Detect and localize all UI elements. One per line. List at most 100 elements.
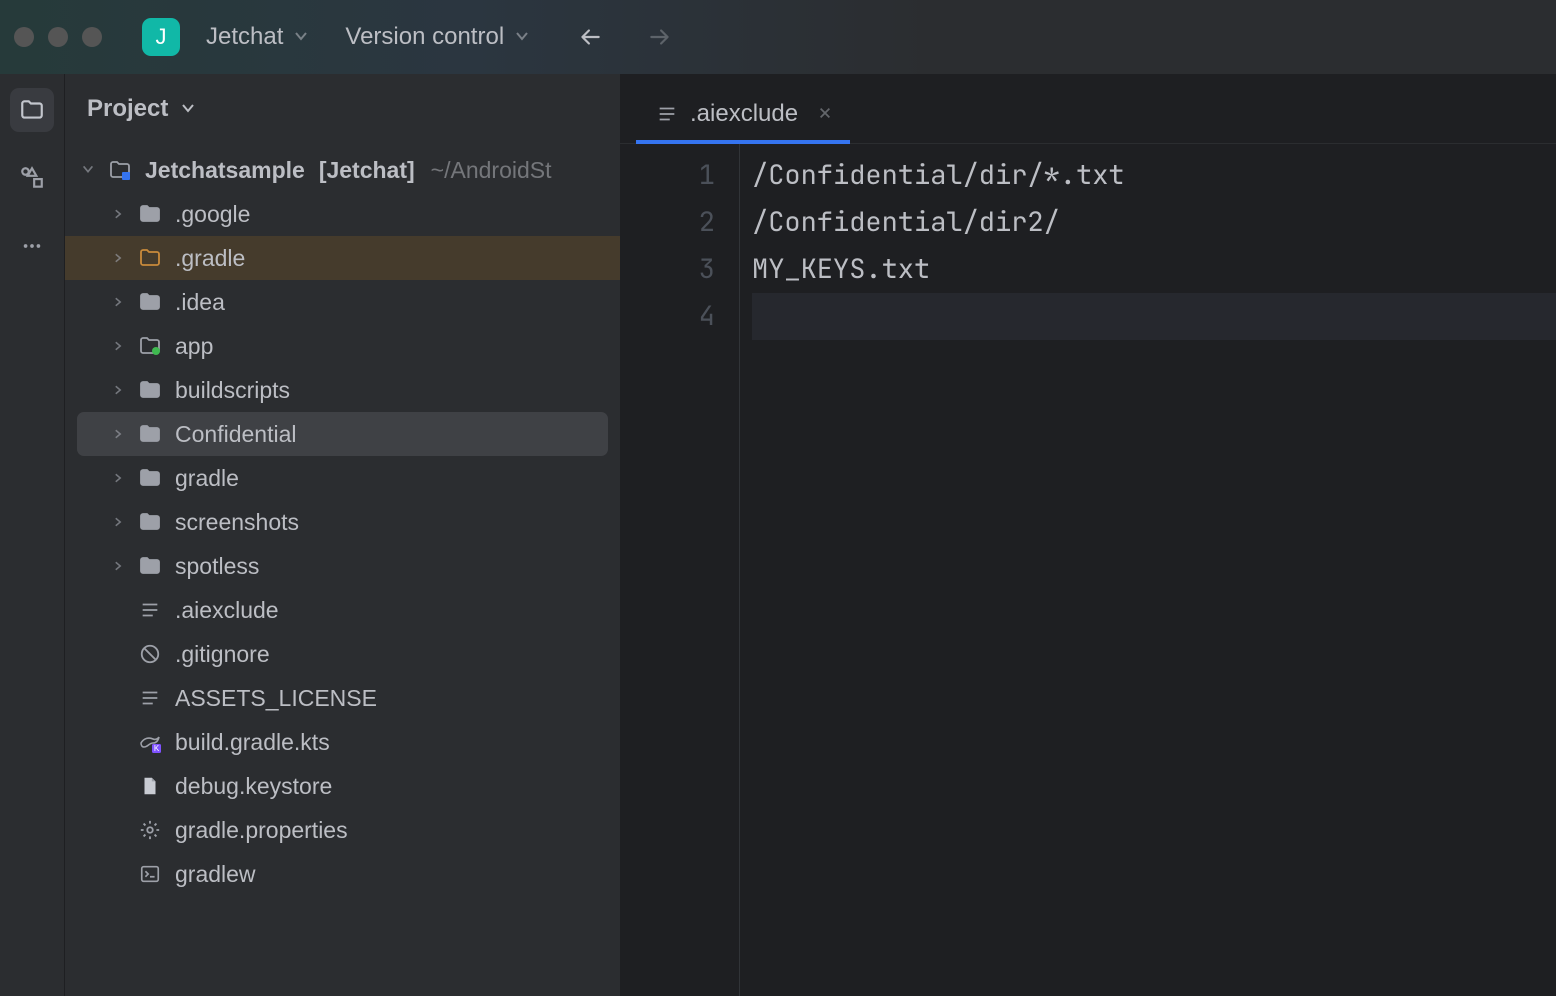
line-number: 3 — [620, 246, 715, 293]
tree-item[interactable]: Confidential — [77, 412, 608, 456]
close-icon[interactable] — [818, 104, 832, 125]
ignore-icon — [137, 641, 163, 667]
folder-icon — [137, 553, 163, 579]
tree-item[interactable]: Kbuild.gradle.kts — [65, 720, 620, 764]
tree-item-label: spotless — [175, 553, 259, 580]
module-icon — [137, 333, 163, 359]
chevron-right-icon — [105, 292, 131, 313]
tree-item-label: gradle.properties — [175, 817, 348, 844]
chevron-right-icon — [105, 512, 131, 533]
more-tool-button[interactable] — [10, 224, 54, 268]
tree-item[interactable]: gradle — [65, 456, 620, 500]
folder-icon — [137, 377, 163, 403]
line-number: 1 — [620, 152, 715, 199]
line-number: 2 — [620, 199, 715, 246]
maximize-window-button[interactable] — [82, 27, 102, 47]
folder-icon — [137, 421, 163, 447]
tree-item[interactable]: screenshots — [65, 500, 620, 544]
close-window-button[interactable] — [14, 27, 34, 47]
code-line — [752, 293, 1556, 340]
tree-item[interactable]: .gradle — [65, 236, 620, 280]
tree-item[interactable]: app — [65, 324, 620, 368]
folder-icon — [137, 465, 163, 491]
chevron-down-icon — [75, 160, 101, 181]
nav-back-button[interactable] — [570, 17, 610, 57]
tree-item-label: Confidential — [175, 421, 296, 448]
tree-item-label: .aiexclude — [175, 597, 279, 624]
vcs-dropdown[interactable]: Version control — [335, 17, 540, 57]
tree-item-label: screenshots — [175, 509, 299, 536]
chevron-right-icon — [105, 336, 131, 357]
chevron-right-icon — [105, 468, 131, 489]
tree-item-label: build.gradle.kts — [175, 729, 330, 756]
tree-root[interactable]: Jetchatsample [Jetchat] ~/AndroidSt — [65, 148, 620, 192]
structure-tool-button[interactable] — [10, 156, 54, 200]
root-bracket: [Jetchat] — [319, 157, 415, 184]
gradle-kts-icon: K — [137, 729, 163, 755]
line-number: 4 — [620, 293, 715, 340]
tree-item-label: ASSETS_LICENSE — [175, 685, 377, 712]
tree-item-label: gradle — [175, 465, 239, 492]
vcs-label: Version control — [345, 23, 504, 51]
chevron-right-icon — [105, 424, 131, 445]
text-icon — [137, 597, 163, 623]
chevron-down-icon — [180, 95, 196, 123]
window-controls — [14, 27, 102, 47]
editor-tab[interactable]: .aiexclude — [636, 85, 850, 143]
tree-item[interactable]: .gitignore — [65, 632, 620, 676]
tab-bar: .aiexclude — [620, 74, 1556, 144]
project-dropdown[interactable]: Jetchat — [196, 17, 319, 57]
svg-text:K: K — [154, 744, 160, 753]
gear-icon — [137, 817, 163, 843]
code-line: MY_KEYS.txt — [752, 246, 1556, 293]
project-icon[interactable]: J — [142, 18, 180, 56]
minimize-window-button[interactable] — [48, 27, 68, 47]
root-path: ~/AndroidSt — [431, 157, 552, 184]
project-tool-button[interactable] — [10, 88, 54, 132]
nav-forward-button[interactable] — [640, 17, 680, 57]
chevron-right-icon — [105, 380, 131, 401]
shell-icon — [137, 861, 163, 887]
tree-item[interactable]: buildscripts — [65, 368, 620, 412]
code-area[interactable]: 1234 /Confidential/dir/*.txt/Confidentia… — [620, 144, 1556, 996]
project-panel: Project Jetchatsample [Jetchat] ~/Androi… — [65, 74, 620, 996]
chevron-right-icon — [105, 248, 131, 269]
tree-item-label: buildscripts — [175, 377, 290, 404]
tab-name: .aiexclude — [690, 100, 798, 128]
title-bar: J Jetchat Version control — [0, 0, 1556, 74]
tree-item-label: debug.keystore — [175, 773, 332, 800]
tree-item[interactable]: ASSETS_LICENSE — [65, 676, 620, 720]
tool-strip — [0, 74, 65, 996]
folder-icon — [137, 289, 163, 315]
tree-item-label: app — [175, 333, 213, 360]
text-icon — [137, 685, 163, 711]
folder-icon — [137, 201, 163, 227]
tree-item[interactable]: .google — [65, 192, 620, 236]
project-tree: Jetchatsample [Jetchat] ~/AndroidSt .goo… — [65, 144, 620, 996]
chevron-right-icon — [105, 204, 131, 225]
code-content[interactable]: /Confidential/dir/*.txt/Confidential/dir… — [740, 144, 1556, 996]
tree-item[interactable]: gradle.properties — [65, 808, 620, 852]
project-folder-icon — [107, 157, 133, 183]
tree-item-label: .gitignore — [175, 641, 270, 668]
tree-item[interactable]: gradlew — [65, 852, 620, 896]
code-line: /Confidential/dir2/ — [752, 199, 1556, 246]
tree-item-label: .google — [175, 201, 250, 228]
tree-item[interactable]: .idea — [65, 280, 620, 324]
tree-item[interactable]: .aiexclude — [65, 588, 620, 632]
folder-icon — [137, 509, 163, 535]
tree-item-label: .idea — [175, 289, 225, 316]
project-panel-header[interactable]: Project — [65, 74, 620, 144]
chevron-down-icon — [293, 23, 309, 51]
code-line: /Confidential/dir/*.txt — [752, 152, 1556, 199]
file-icon — [137, 773, 163, 799]
folder-orange-icon — [137, 245, 163, 271]
editor: .aiexclude 1234 /Confidential/dir/*.txt/… — [620, 74, 1556, 996]
tree-item[interactable]: spotless — [65, 544, 620, 588]
project-initial: J — [156, 24, 167, 50]
root-name: Jetchatsample — [145, 157, 305, 184]
tree-item[interactable]: debug.keystore — [65, 764, 620, 808]
panel-title: Project — [87, 95, 168, 123]
text-file-icon — [654, 101, 680, 127]
tree-item-label: gradlew — [175, 861, 256, 888]
